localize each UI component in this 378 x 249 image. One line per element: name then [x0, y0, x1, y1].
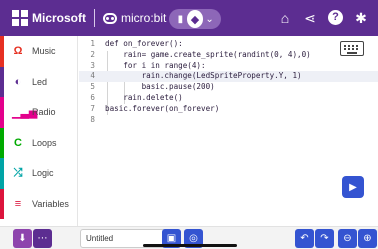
more-button[interactable]: ⋯: [33, 229, 52, 248]
line-number: 8: [90, 114, 95, 124]
category-music[interactable]: Ω Music: [0, 36, 77, 67]
redo-button[interactable]: ↷: [315, 229, 334, 248]
category-label: Logic: [32, 168, 54, 179]
category-label: Led: [32, 76, 48, 87]
keyboard-icon[interactable]: [340, 41, 364, 56]
header-actions: ⌂ ⋖ ? ✱: [278, 10, 368, 26]
home-indicator: [143, 244, 237, 247]
code-line[interactable]: 2 rain= game.create_sprite(randint(0, 4)…: [79, 50, 378, 61]
share-icon[interactable]: ⋖: [303, 10, 317, 26]
code-text: def on_forever():: [105, 39, 183, 48]
category-logic[interactable]: ⤮ Logic: [0, 158, 77, 189]
signal-icon: ▁▃▅: [12, 106, 38, 119]
shuffle-icon: ⤮: [13, 166, 23, 179]
code-text: rain.delete(): [105, 93, 183, 102]
list-icon: ≡: [14, 197, 22, 210]
zoom-in-icon: ⊕: [363, 233, 372, 244]
line-number: 1: [90, 39, 95, 48]
category-label: Music: [32, 46, 56, 57]
zoom-in-button[interactable]: ⊕: [358, 229, 377, 248]
line-number: 6: [90, 93, 95, 102]
line-number: 3: [90, 60, 95, 70]
home-icon[interactable]: ⌂: [278, 10, 292, 26]
github-icon: ◎: [189, 233, 198, 244]
chevron-down-icon[interactable]: ⌄: [203, 14, 216, 25]
editor-toggle[interactable]: ▮ ◆ ⌄: [169, 9, 221, 29]
zoom-out-icon: ⊖: [343, 233, 352, 244]
toolbox: Ω Music ◐ Led ▁▃▅ Radio C Loops ⤮ Logic …: [0, 36, 78, 226]
zoom-out-button[interactable]: ⊖: [338, 229, 357, 248]
download-button[interactable]: ⬇: [13, 229, 32, 248]
code-line[interactable]: 6 rain.delete(): [79, 93, 378, 104]
code-editor[interactable]: 1 def on_forever(): 2 rain= game.create_…: [79, 36, 378, 226]
brand-divider: [94, 9, 95, 27]
run-button[interactable]: ▶: [342, 176, 364, 198]
code-text: basic.forever(on_forever): [105, 103, 220, 113]
line-number: 5: [90, 82, 95, 92]
code-line[interactable]: 1 def on_forever():: [79, 39, 378, 50]
code-text: rain= game.create_sprite(randint(0, 4),0…: [105, 49, 311, 59]
undo-button[interactable]: ↶: [295, 229, 314, 248]
category-radio[interactable]: ▁▃▅ Radio: [0, 97, 77, 128]
code-line-active[interactable]: 4 rain.change(LedSpriteProperty.Y, 1): [79, 71, 378, 83]
code-line[interactable]: 7 basic.forever(on_forever): [79, 104, 378, 115]
more-icon: ⋯: [37, 233, 48, 244]
redo-icon: ↷: [320, 233, 329, 244]
undo-icon: ↶: [300, 233, 309, 244]
code-text: basic.pause(200): [105, 82, 215, 92]
blocks-icon[interactable]: ▮: [174, 14, 187, 25]
category-label: Variables: [32, 198, 69, 209]
top-bar: Microsoft micro:bit ▮ ◆ ⌄ ⌂ ⋖ ? ✱: [0, 0, 378, 36]
python-icon[interactable]: ◆: [186, 10, 204, 28]
code-text: rain.change(LedSpriteProperty.Y, 1): [105, 71, 302, 81]
line-number: 7: [90, 103, 95, 113]
category-loops[interactable]: C Loops: [0, 127, 77, 158]
line-number: 4: [90, 71, 95, 81]
download-icon: ⬇: [18, 233, 27, 244]
brand[interactable]: Microsoft micro:bit: [12, 9, 166, 27]
category-variables[interactable]: ≡ Variables: [0, 188, 77, 219]
code-line[interactable]: 3 for i in range(4):: [79, 61, 378, 72]
microsoft-logo-icon: [12, 10, 28, 26]
product-label: micro:bit: [121, 11, 167, 25]
category-label: Radio: [32, 107, 56, 118]
line-number: 2: [90, 49, 95, 59]
help-icon[interactable]: ?: [328, 10, 343, 25]
refresh-icon: C: [14, 136, 22, 149]
brand-label: Microsoft: [32, 11, 86, 25]
microbit-logo-icon: [103, 12, 117, 24]
play-icon: ▶: [349, 181, 357, 193]
headphones-icon: Ω: [13, 45, 23, 58]
code-text: for i in range(4):: [105, 60, 206, 70]
save-icon: ▣: [166, 233, 177, 244]
code-line[interactable]: 5 basic.pause(200): [79, 82, 378, 93]
toggle-icon: ◐: [14, 75, 22, 88]
category-label: Loops: [32, 137, 57, 148]
category-led[interactable]: ◐ Led: [0, 66, 77, 97]
code-line[interactable]: 8: [79, 115, 378, 126]
settings-icon[interactable]: ✱: [354, 10, 368, 26]
